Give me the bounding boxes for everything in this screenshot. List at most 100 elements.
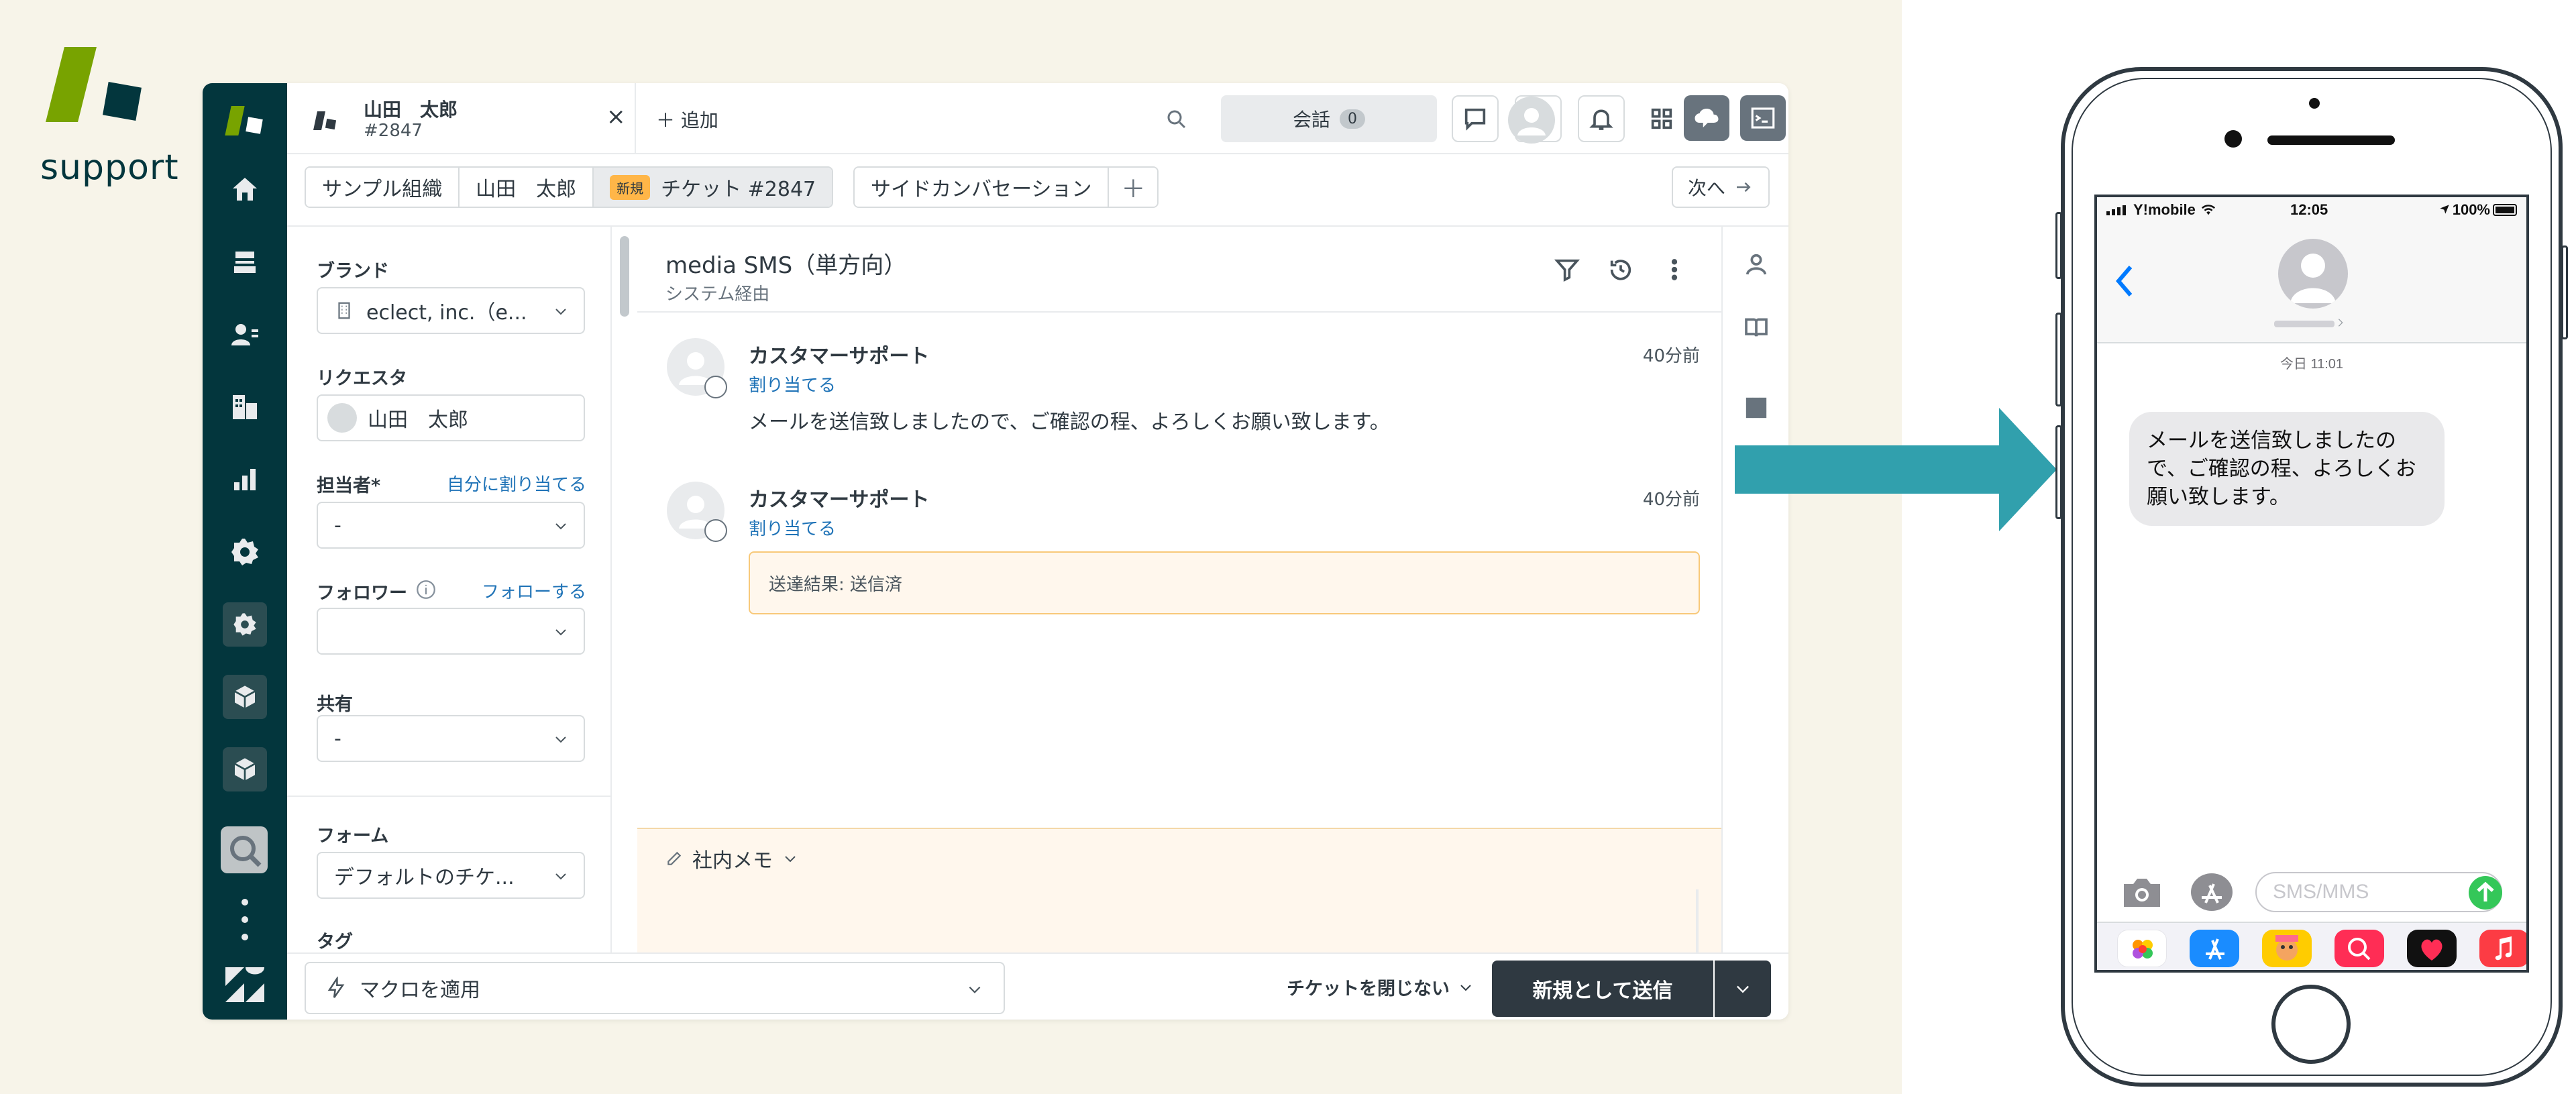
conversations-button[interactable]: 会話 0 [1221,95,1437,142]
cloud-chat-icon[interactable] [1684,95,1729,141]
tags-label: タグ [317,932,353,952]
ticket-fields-panel: ブランド eclect, inc.（e... リクエスタ 山田 太郎 担当者* … [287,227,612,952]
breadcrumb-ticket[interactable]: 新規 チケット #2847 [594,168,833,207]
app-gear-icon[interactable] [223,602,267,647]
support-logo: support [40,47,178,201]
chevron-down-icon [1460,984,1471,991]
avatar-icon[interactable] [1508,97,1555,144]
digital-touch-icon[interactable] [2407,930,2457,967]
edit-icon [667,851,682,865]
submit-options-button[interactable] [1715,961,1771,1017]
submit-prefix: 新規 [1532,979,1573,1003]
chat-icon[interactable] [1452,95,1499,142]
next-button[interactable]: 次へ [1672,166,1770,208]
apps-grid-icon[interactable] [1638,95,1685,142]
photos-icon[interactable] [2117,930,2167,967]
zendesk-app-window: 山田 太郎 #2847 × ＋ 追加 会話 0 サンプル組織 山田 太郎 新規 … [203,83,1788,1020]
chevron-down-icon [969,986,981,993]
user-badge-icon [704,519,727,542]
reporting-icon[interactable] [223,457,267,502]
chevron-down-icon [555,873,566,880]
bell-icon[interactable] [1578,95,1625,142]
followers-select[interactable] [317,608,585,655]
close-ticket-option[interactable]: チケットを閉じない [1287,974,1474,1000]
organizations-icon[interactable] [223,385,267,429]
side-conversation-tab[interactable]: サイドカンバセーション [855,168,1110,207]
signal-icon [2106,205,2126,215]
chevron-down-icon [555,629,566,636]
message-date: 今日 11:01 [2279,357,2344,372]
ios-app-dock [2097,922,2526,970]
contact-name-blurred[interactable] [2274,317,2343,331]
phone-power-button [2561,245,2568,339]
more-options-icon[interactable] [1661,256,1688,283]
requester-value: 山田 太郎 [368,408,468,432]
app-store-icon[interactable] [2191,873,2233,911]
close-ticket-label: チケットを閉じない [1287,979,1450,999]
assignee-value: - [334,513,341,537]
app-box-icon[interactable] [223,675,267,719]
app-store-dock-icon[interactable] [2190,930,2239,967]
assignee-select[interactable]: - [317,502,585,549]
phone-sensor [2309,98,2320,109]
history-icon[interactable] [1607,256,1634,283]
requester-field[interactable]: 山田 太郎 [317,394,585,441]
ticket-tab-number: #2847 [364,121,423,141]
context-panel-strip [1721,227,1788,952]
form-select[interactable]: デフォルトのチケ... [317,852,585,899]
contact-avatar[interactable] [2278,239,2348,309]
home-icon[interactable] [223,168,267,212]
phone-screen: Y!mobile 12:05 100% 今日 11:01 メールを送信致しました… [2094,195,2529,973]
follow-link[interactable]: フォローする [482,578,586,603]
app-box-icon-2[interactable] [223,747,267,791]
message-time: 40分前 [1642,490,1700,510]
info-icon[interactable] [415,578,437,601]
form-value: デフォルトのチケ... [334,866,515,889]
music-icon[interactable] [2479,930,2526,967]
camera-icon[interactable] [2121,875,2163,910]
send-button[interactable] [2469,876,2502,910]
support-logo-word: support [40,148,179,188]
back-chevron-icon[interactable] [2114,264,2135,298]
zendesk-icon[interactable] [224,966,266,1003]
fields-scrollbar[interactable] [620,236,629,317]
submit-button[interactable]: 新規 として送信 [1492,961,1713,1017]
breadcrumb: サンプル組織 山田 太郎 新規 チケット #2847 サイドカンバセーション ＋… [287,154,1788,227]
phone-volume-up [2055,313,2062,406]
delivery-status-notice: 送達結果: 送信済 [749,551,1700,614]
zendesk-product-logo[interactable] [225,102,264,140]
terminal-icon[interactable] [1740,95,1786,141]
ticket-tab[interactable]: 山田 太郎 #2847 × [287,83,636,154]
more-dots-icon[interactable] [241,899,248,951]
composer-mode-select[interactable]: 社内メモ [665,844,798,873]
search-icon[interactable] [1165,107,1189,131]
breadcrumb-organization[interactable]: サンプル組織 [306,168,460,207]
memoji-icon[interactable] [2262,930,2312,967]
add-side-conversation-button[interactable]: ＋ [1109,168,1158,207]
breadcrumb-requester[interactable]: 山田 太郎 [460,168,594,207]
admin-gear-icon[interactable] [223,530,267,574]
user-icon[interactable] [1743,251,1770,278]
close-tab-icon[interactable]: × [606,103,626,130]
assign-link[interactable]: 割り当てる [749,372,836,396]
customers-icon[interactable] [223,313,267,357]
requester-label: リクエスタ [317,368,407,389]
share-select[interactable]: - [317,715,585,762]
assign-link[interactable]: 割り当てる [749,515,836,540]
brand-select[interactable]: eclect, inc.（e... [317,287,585,334]
arrow-right-icon [1735,408,2057,531]
add-button[interactable]: ＋ 追加 [656,106,718,133]
chevron-down-icon [555,736,566,743]
knowledge-book-icon[interactable] [1743,314,1770,341]
sms-input[interactable]: SMS/MMS [2255,872,2502,912]
apply-macro-select[interactable]: マクロを適用 [305,962,1005,1014]
filter-icon[interactable] [1554,256,1580,283]
next-label: 次へ [1687,177,1725,199]
views-icon[interactable] [223,240,267,284]
product-rail [203,83,287,1020]
app-avatar-icon[interactable] [221,826,268,873]
phone-home-button [2271,985,2351,1064]
images-search-icon[interactable] [2334,930,2384,967]
assign-to-me-link[interactable]: 自分に割り当てる [447,471,586,496]
followers-label: フォロワー [317,583,407,604]
